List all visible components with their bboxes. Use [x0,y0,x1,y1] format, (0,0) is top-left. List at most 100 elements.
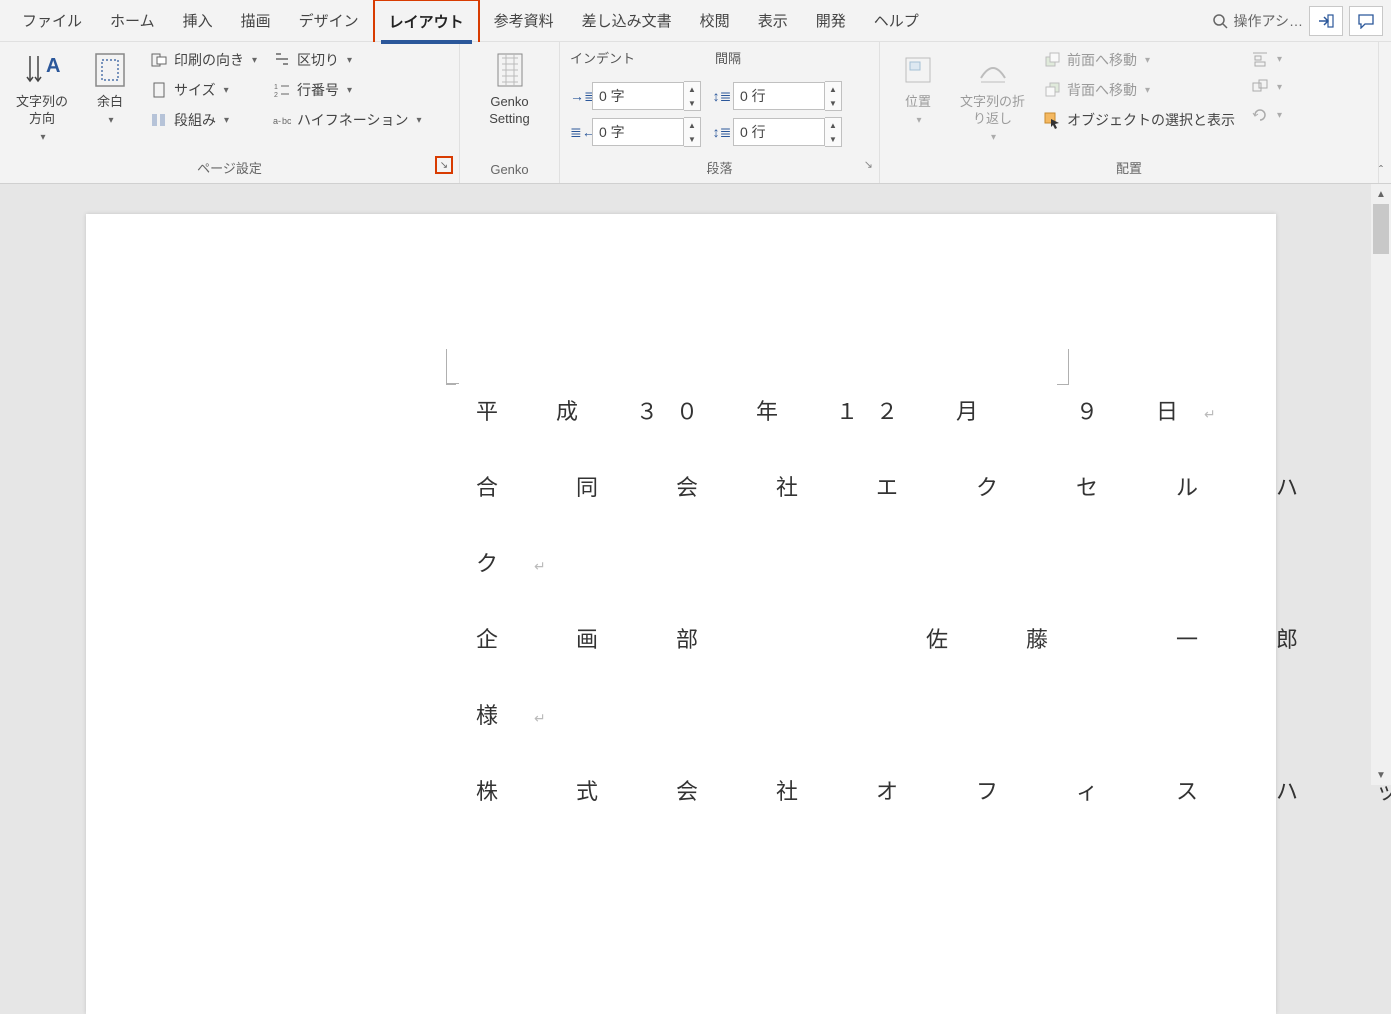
selection-pane-label: オブジェクトの選択と表示 [1067,110,1235,130]
tab-insert[interactable]: 挿入 [169,0,227,41]
scroll-thumb[interactable] [1373,204,1389,254]
wrap-text-button[interactable]: 文字列の折 り返し ▾ [954,48,1031,145]
page-setup-dialog-launcher[interactable]: ↘ [435,156,453,174]
size-label: サイズ [174,80,216,100]
space-before-input[interactable] [733,82,825,110]
spin-down[interactable]: ▼ [684,132,700,146]
selection-pane-button[interactable]: オブジェクトの選択と表示 [1039,108,1239,132]
line-numbers-label: 行番号 [297,80,339,100]
group-label-paragraph: 段落 ↘ [560,154,879,183]
text-direction-icon: A [22,50,62,90]
document-page[interactable]: 平 成 ３０ 年 １２ 月 ９ 日↵ 合 同 会 社 エ ク セ ル ハ ッ ク… [86,214,1276,1014]
position-button[interactable]: 位置 ▾ [890,48,946,128]
columns-icon [150,111,168,129]
text-direction-button[interactable]: A 文字列の 方向 ▾ [10,48,74,145]
chevron-down-icon: ▾ [1145,55,1150,66]
group-label-arrange: 配置 [880,154,1378,183]
tab-file[interactable]: ファイル [8,0,96,41]
comment-icon [1357,13,1375,29]
svg-text:a-: a- [273,116,281,126]
tell-me-label: 操作アシ… [1234,11,1303,31]
genko-label: Genko Setting [489,94,529,128]
scroll-track[interactable] [1371,204,1391,765]
send-backward-button[interactable]: 背面へ移動 ▾ [1039,78,1239,102]
tab-help[interactable]: ヘルプ [860,0,933,41]
wrap-text-label: 文字列の折 り返し [960,94,1025,128]
breaks-button[interactable]: 区切り ▾ [269,48,425,72]
doc-line: 企 画 部 佐 藤 一 郎 [476,622,1176,654]
space-after-icon: ↕≣ [711,124,733,141]
ribbon: A 文字列の 方向 ▾ 余白 ▾ 印刷の向き ▾ [0,42,1391,184]
bring-forward-label: 前面へ移動 [1067,50,1137,70]
ribbon-tab-bar: ファイル ホーム 挿入 描画 デザイン レイアウト 参考資料 差し込み文書 校閲… [0,0,1391,42]
tab-design[interactable]: デザイン [285,0,373,41]
spacing-header: 間隔 [715,48,741,67]
spin-down[interactable]: ▼ [825,132,841,146]
group-label-genko: Genko [460,158,559,183]
paragraph-mark-icon: ↵ [534,558,574,574]
tab-view[interactable]: 表示 [744,0,802,41]
bring-forward-button[interactable]: 前面へ移動 ▾ [1039,48,1239,72]
rotate-button[interactable]: ▾ [1247,104,1286,126]
space-after-input[interactable] [733,118,825,146]
tab-mailings[interactable]: 差し込み文書 [568,0,686,41]
svg-text:1: 1 [274,84,278,91]
scroll-down-button[interactable]: ▼ [1371,765,1391,785]
comments-button[interactable] [1349,6,1383,36]
collapse-ribbon-button[interactable]: ˆ [1379,163,1391,183]
share-icon [1317,13,1335,29]
align-icon [1251,50,1269,68]
svg-text:bc: bc [282,116,291,126]
orientation-icon [150,51,168,69]
chevron-down-icon: ▾ [224,115,229,126]
breaks-icon [273,51,291,69]
spin-up[interactable]: ▲ [684,82,700,96]
indent-right-icon: ≣← [570,124,592,141]
spin-up[interactable]: ▲ [825,82,841,96]
doc-line: ク↵ [476,546,1176,578]
group-genko: Genko Setting Genko [460,42,560,183]
selection-pane-icon [1043,111,1061,129]
indent-left-input[interactable] [592,82,684,110]
tab-review[interactable]: 校閲 [686,0,744,41]
line-numbers-button[interactable]: 12 行番号 ▾ [269,78,425,102]
chevron-down-icon: ▾ [347,85,352,96]
chevron-down-icon: ▾ [916,115,921,126]
orientation-button[interactable]: 印刷の向き ▾ [146,48,261,72]
send-backward-label: 背面へ移動 [1067,80,1137,100]
group-icon [1251,78,1269,96]
columns-label: 段組み [174,110,216,130]
spin-down[interactable]: ▼ [684,96,700,110]
margins-label: 余白 [97,94,123,111]
align-button[interactable]: ▾ [1247,48,1286,70]
indent-header: インデント [570,48,635,67]
tab-references[interactable]: 参考資料 [480,0,568,41]
chevron-down-icon: ▾ [1277,110,1282,121]
genko-setting-button[interactable]: Genko Setting [482,48,538,130]
margins-button[interactable]: 余白 ▾ [82,48,138,128]
share-button[interactable] [1309,6,1343,36]
scroll-up-button[interactable]: ▲ [1371,184,1391,204]
spin-up[interactable]: ▲ [684,118,700,132]
paragraph-mark-icon: ↵ [534,710,574,726]
group-arrange: 位置 ▾ 文字列の折 り返し ▾ 前面へ移動 ▾ 背面へ移動 ▾ [880,42,1379,183]
spin-up[interactable]: ▲ [825,118,841,132]
indent-right-input[interactable] [592,118,684,146]
tab-home[interactable]: ホーム [96,0,169,41]
chevron-down-icon: ▾ [224,85,229,96]
tab-developer[interactable]: 開発 [802,0,860,41]
genko-icon [490,50,530,90]
size-button[interactable]: サイズ ▾ [146,78,261,102]
hyphenation-button[interactable]: a-bc ハイフネーション ▾ [269,108,425,132]
margin-marker-left [446,349,456,385]
vertical-scrollbar[interactable]: ▲ ▼ [1371,184,1391,785]
spin-down[interactable]: ▼ [825,96,841,110]
tab-draw[interactable]: 描画 [227,0,285,41]
chevron-down-icon: ▾ [347,55,352,66]
bring-forward-icon [1043,51,1061,69]
group-objects-button[interactable]: ▾ [1247,76,1286,98]
paragraph-dialog-launcher[interactable]: ↘ [864,158,873,171]
tell-me-search[interactable]: 操作アシ… [1212,11,1303,31]
tab-layout[interactable]: レイアウト [373,0,480,42]
columns-button[interactable]: 段組み ▾ [146,108,261,132]
